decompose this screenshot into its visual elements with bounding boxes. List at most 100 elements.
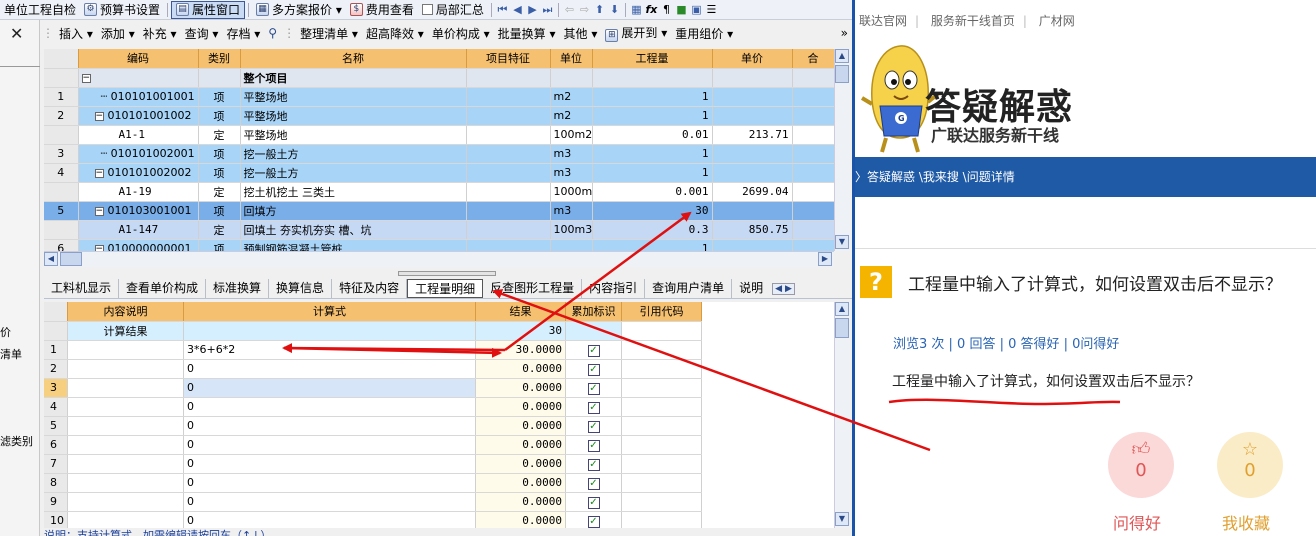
col-result[interactable]: 结果	[475, 302, 566, 322]
calculator-icon[interactable]: ▦	[629, 2, 644, 17]
scroll-down-icon[interactable]: ▼	[835, 512, 849, 526]
accumulate-checkbox[interactable]: ✓	[587, 439, 600, 452]
toolbar-fee-view[interactable]: $ 费用查看	[346, 1, 418, 19]
move-up-icon[interactable]: ⬆	[592, 2, 607, 17]
like-button[interactable]: 👍︎ 0	[1108, 432, 1174, 498]
height-reduction-menu[interactable]: 超高降效 ▾	[362, 25, 428, 42]
tab-scroll-arrows[interactable]: ◀ ▶	[772, 282, 795, 295]
toolbar-budget-settings[interactable]: ⚙ 预算书设置	[80, 1, 164, 19]
tab-content-guide[interactable]: 内容指引	[582, 279, 646, 298]
next-record-icon[interactable]: ▶	[525, 2, 540, 17]
prev-record-icon[interactable]: ◀	[510, 2, 525, 17]
scroll-up-icon[interactable]: ▲	[835, 302, 849, 316]
undo-icon[interactable]: ⇦	[562, 2, 577, 17]
table-row[interactable]: 9 0 0.0000 ✓	[44, 492, 702, 512]
table-row[interactable]: 3 ┈ 010101002001 项 挖一般土方 m3 1	[44, 144, 834, 164]
table-row-selected[interactable]: 5 −010103001001 项 回填方 m3 30	[44, 201, 834, 221]
accumulate-checkbox[interactable]: ✓	[587, 420, 600, 433]
table-row[interactable]: 4 −010101002002 项 挖一般土方 m3 1	[44, 163, 834, 183]
favorite-button[interactable]: ☆ 0	[1217, 432, 1283, 498]
tab-quantity-details[interactable]: 工程量明细	[407, 279, 484, 298]
tab-user-list[interactable]: 查询用户清单	[645, 279, 733, 298]
splitter-handle[interactable]	[398, 271, 496, 276]
like-label[interactable]: 问得好	[1113, 510, 1161, 534]
add-menu[interactable]: 添加 ▾	[97, 25, 139, 42]
table-row[interactable]: 7 0 0.0000 ✓	[44, 454, 702, 474]
collapse-icon[interactable]: −	[94, 168, 104, 178]
favorite-label[interactable]: 我收藏	[1222, 510, 1270, 534]
tab-standard-conversion[interactable]: 标准换算	[206, 279, 270, 298]
binoculars-icon[interactable]: ⚲	[264, 26, 281, 40]
more-toolbar-icon[interactable]: »	[837, 26, 852, 40]
table-row[interactable]: 6 −010000000001 项 预制钢筋混凝土管桩 1	[44, 239, 834, 251]
move-down-icon[interactable]: ⬇	[607, 2, 622, 17]
col-accumulate[interactable]: 累加标识	[565, 302, 622, 322]
table-row[interactable]: 5 0 0.0000 ✓	[44, 416, 702, 436]
table-row[interactable]: 6 0 0.0000 ✓	[44, 435, 702, 455]
unit-price-composition-menu[interactable]: 单价构成 ▾	[428, 25, 494, 42]
partial-summary-checkbox[interactable]	[421, 4, 433, 15]
question-stats[interactable]: 浏览3 次 | 0 回答 | 0 答得好 | 0问得好	[893, 333, 1119, 352]
formula-cell[interactable]: 3*6+6*2	[183, 340, 476, 360]
collapse-icon[interactable]: −	[94, 111, 104, 121]
paragraph-icon[interactable]: ¶	[659, 2, 674, 17]
first-record-icon[interactable]: ⏮	[495, 2, 510, 17]
scroll-thumb[interactable]	[835, 318, 849, 338]
col-feature[interactable]: 项目特征	[466, 49, 551, 69]
table-row[interactable]: 4 0 0.0000 ✓	[44, 397, 702, 417]
cube-icon[interactable]: ■	[674, 2, 689, 17]
tab-unit-price-composition[interactable]: 查看单价构成	[119, 279, 207, 298]
tab-reverse-lookup[interactable]: 反查图形工程量	[483, 279, 583, 298]
table-row[interactable]: 1 ┈ 010101001001 项 平整场地 m2 1	[44, 87, 834, 107]
accumulate-checkbox[interactable]: ✓	[587, 344, 600, 357]
col-price[interactable]: 单价	[712, 49, 793, 69]
query-menu[interactable]: 查询 ▾	[181, 25, 223, 42]
table-row[interactable]: 2 0 0.0000 ✓	[44, 359, 702, 379]
col-formula[interactable]: 计算式	[183, 302, 476, 322]
accumulate-checkbox[interactable]: ✓	[587, 458, 600, 471]
col-code[interactable]: 编码	[78, 49, 199, 69]
scroll-left-icon[interactable]: ◀	[44, 252, 58, 266]
grid1-horizontal-scrollbar[interactable]: ◀ ▶	[44, 251, 834, 267]
organize-list-menu[interactable]: 整理清单 ▾	[296, 25, 362, 42]
table-row[interactable]: A1-19 定 挖土机挖土 三类土 1000m30.0012699.04	[44, 182, 834, 202]
grid2-vertical-scrollbar[interactable]: ▲ ▼	[834, 302, 850, 528]
tab-conversion-info[interactable]: 换算信息	[269, 279, 333, 298]
scroll-thumb[interactable]	[60, 252, 82, 266]
col-qty[interactable]: 工程量	[592, 49, 713, 69]
table-row[interactable]: 2 −010101001002 项 平整场地 m2 1	[44, 106, 834, 126]
reuse-pricing-menu[interactable]: 重用组价 ▾	[671, 25, 737, 42]
collapse-icon[interactable]: −	[81, 73, 91, 83]
link-materials[interactable]: 广材网	[1031, 14, 1083, 28]
col-unit[interactable]: 单位	[550, 49, 593, 69]
col-type[interactable]: 类别	[198, 49, 241, 69]
toolbar-self-check[interactable]: 单位工程自检	[0, 1, 80, 19]
table-row[interactable]: A1-147 定 回填土 夯实机夯实 槽、坑 100m3 0.3 850.75	[44, 220, 834, 240]
supplement-menu[interactable]: 补充 ▾	[139, 25, 181, 42]
col-content-desc[interactable]: 内容说明	[67, 302, 184, 322]
breadcrumb[interactable]: 〉答疑解惑 \我来搜 \问题详情	[855, 157, 1316, 197]
last-record-icon[interactable]: ⏭	[540, 2, 555, 17]
accumulate-checkbox[interactable]: ✓	[587, 382, 600, 395]
close-icon[interactable]: ✕	[10, 24, 23, 43]
table-row[interactable]: 10 0 0.0000 ✓	[44, 511, 702, 528]
tab-labor-material[interactable]: 工料机显示	[44, 279, 120, 298]
batch-conversion-menu[interactable]: 批量换算 ▾	[494, 25, 560, 42]
link-service-home[interactable]: 服务新干线首页	[923, 14, 1023, 28]
scroll-up-icon[interactable]: ▲	[835, 49, 849, 63]
table-row[interactable]: − 整个项目	[44, 68, 834, 88]
table-row[interactable]: 1 3*6+6*2 30.0000 ✓	[44, 340, 702, 360]
result-row[interactable]: 计算结果 30	[44, 321, 702, 341]
col-ref-code[interactable]: 引用代码	[621, 302, 702, 322]
tab-features-content[interactable]: 特征及内容	[332, 279, 408, 298]
toolbar-multi-plan-quote[interactable]: ▦ 多方案报价 ▾	[252, 1, 346, 19]
redo-icon[interactable]: ⇨	[577, 2, 592, 17]
table-row[interactable]: 8 0 0.0000 ✓	[44, 473, 702, 493]
list-icon[interactable]: ☰	[704, 2, 719, 17]
accumulate-checkbox[interactable]: ✓	[587, 363, 600, 376]
scroll-down-icon[interactable]: ▼	[835, 235, 849, 249]
col-name[interactable]: 名称	[240, 49, 467, 69]
screen-icon[interactable]: ▣	[689, 2, 704, 17]
insert-menu[interactable]: 插入 ▾	[55, 25, 97, 42]
toolbar-partial-summary[interactable]: 局部汇总	[418, 1, 488, 19]
